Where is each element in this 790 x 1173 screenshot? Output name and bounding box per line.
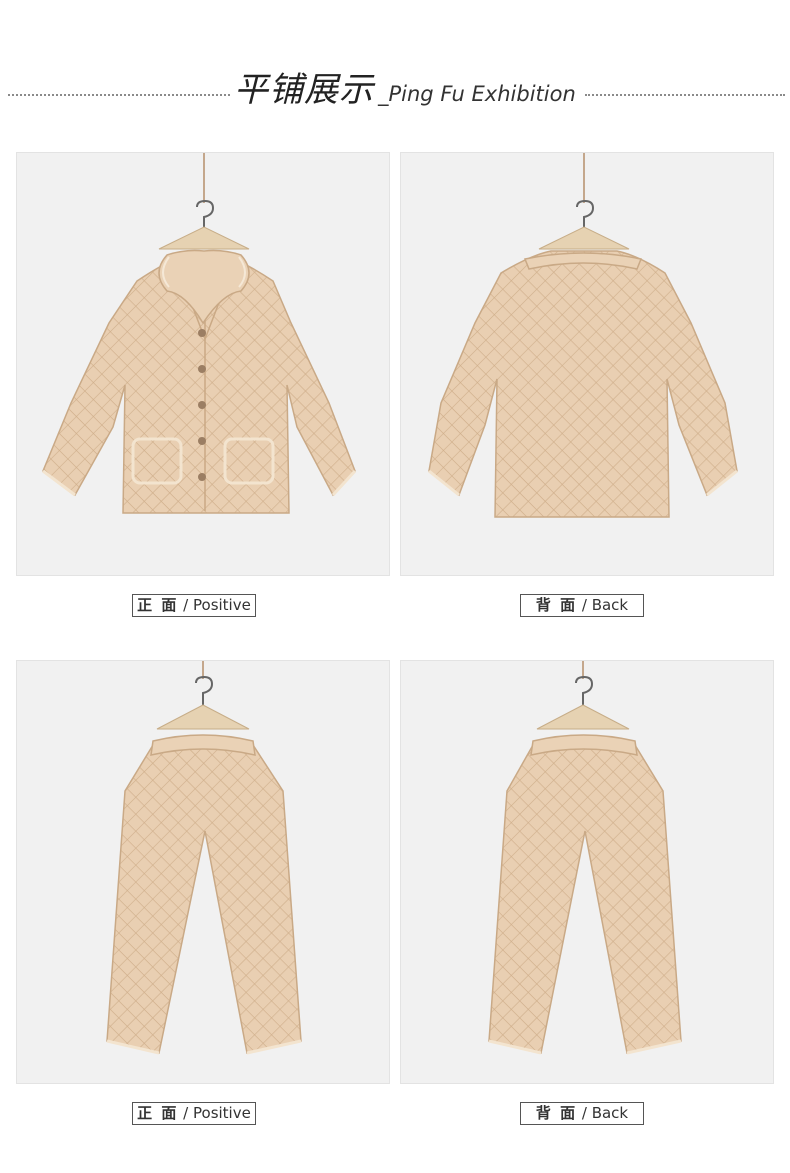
label-en: Back [591, 1104, 629, 1122]
label-cn: 背 面 [535, 1104, 578, 1122]
label-en: Positive [193, 1104, 251, 1122]
jacket-back-image [428, 153, 738, 518]
pants-back-image [488, 661, 682, 1055]
label-cn: 正 面 [137, 1104, 179, 1122]
label-en: Back [591, 596, 629, 614]
jacket-front-image [42, 153, 357, 514]
jacket-front-label: 正 面 / Positive [132, 594, 256, 617]
pants-front-panel [16, 660, 390, 1084]
section-title-en: _Ping Fu Exhibition [378, 82, 576, 106]
header-dotted-line-left [8, 94, 230, 96]
pants-back-label: 背 面 / Back [520, 1102, 644, 1125]
jacket-front-panel [16, 152, 390, 576]
section-title-cn: 平铺展示 [234, 70, 374, 110]
label-separator: / [178, 596, 193, 614]
pants-front-image [106, 661, 302, 1055]
header-dotted-line-right [585, 94, 785, 96]
section-header: 平铺展示 _Ping Fu Exhibition [0, 62, 790, 114]
label-en: Positive [193, 596, 251, 614]
label-cn: 背 面 [535, 596, 578, 614]
pants-back-panel [400, 660, 774, 1084]
jacket-back-panel [400, 152, 774, 576]
label-cn: 正 面 [137, 596, 179, 614]
label-separator: / [577, 596, 592, 614]
section-title: 平铺展示 _Ping Fu Exhibition [234, 62, 576, 111]
jacket-back-label: 背 面 / Back [520, 594, 644, 617]
label-separator: / [178, 1104, 193, 1122]
pants-front-label: 正 面 / Positive [132, 1102, 256, 1125]
label-separator: / [577, 1104, 592, 1122]
